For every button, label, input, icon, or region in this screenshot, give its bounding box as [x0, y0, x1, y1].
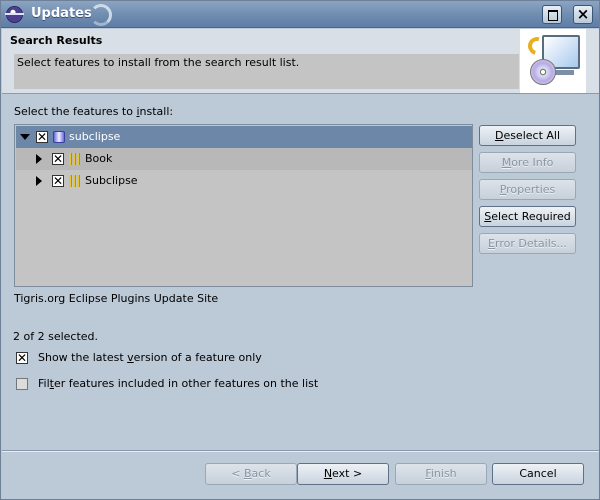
collapse-arrow-icon[interactable] — [20, 134, 30, 140]
swirl-icon — [90, 4, 112, 26]
more-info-button[interactable]: More Info — [479, 152, 576, 173]
tree-item-label: Book — [85, 152, 113, 165]
eclipse-icon — [5, 7, 24, 22]
properties-label: roperties — [506, 183, 556, 196]
footer-separator — [2, 450, 599, 452]
feature-bars-icon — [69, 175, 81, 187]
install-wizard-icon — [520, 29, 586, 93]
feature-checkbox[interactable]: ✕ — [36, 131, 48, 143]
page-description: Select features to install from the sear… — [14, 54, 519, 89]
back-button[interactable]: < Back — [205, 463, 297, 485]
error-details-label: rror Details... — [494, 237, 567, 250]
finish-button[interactable]: Finish — [395, 463, 487, 485]
features-label: Select the features to install: — [14, 105, 173, 118]
filter-included-label: Filter features included in other featur… — [38, 377, 318, 390]
features-label-suffix: nstall: — [139, 105, 174, 118]
latest-version-label: Show the latest version of a feature onl… — [38, 351, 262, 364]
more-info-mnemonic: M — [501, 156, 512, 169]
tree-item-label: subclipse — [69, 130, 121, 143]
back-mnemonic: B — [244, 467, 252, 480]
tree-row-book[interactable]: ✕ Book — [16, 148, 472, 170]
selection-count: 2 of 2 selected. — [13, 330, 99, 343]
select-required-button[interactable]: Select Required — [479, 206, 576, 227]
latest-version-prefix: Show the latest — [38, 351, 128, 364]
tree-row-subclipse[interactable]: ✕ Subclipse — [16, 170, 472, 192]
expand-arrow-icon[interactable] — [36, 154, 42, 164]
features-label-prefix: Select the features to — [14, 105, 137, 118]
error-details-mnemonic: E — [488, 237, 495, 250]
cancel-button[interactable]: Cancel — [492, 463, 584, 485]
error-details-button[interactable]: Error Details... — [479, 233, 576, 254]
site-description: Tigris.org Eclipse Plugins Update Site — [14, 292, 219, 305]
tree-row-subclipse-root[interactable]: ✕ subclipse — [16, 126, 472, 148]
finish-label: inish — [430, 467, 457, 480]
maximize-button[interactable] — [542, 5, 562, 24]
filter-included-prefix: Fil — [38, 377, 50, 390]
expand-arrow-icon[interactable] — [36, 176, 42, 186]
feature-bars-icon — [69, 153, 81, 165]
next-button[interactable]: Next > — [297, 463, 389, 485]
back-prefix: < — [231, 467, 244, 480]
features-tree[interactable]: ✕ subclipse ✕ Book ✕ Subclipse — [14, 124, 473, 287]
filter-included-checkbox[interactable] — [16, 378, 28, 390]
feature-checkbox[interactable]: ✕ — [52, 153, 64, 165]
close-icon: × — [576, 5, 590, 23]
latest-version-suffix: ersion of a feature only — [133, 351, 262, 364]
wizard-header: Search Results Select features to instal… — [2, 29, 599, 94]
properties-button[interactable]: Properties — [479, 179, 576, 200]
next-mnemonic: N — [323, 467, 333, 480]
title-bar[interactable]: Updates × — [1, 1, 599, 28]
select-required-label: elect Required — [491, 210, 571, 223]
tree-item-label: Subclipse — [85, 174, 138, 187]
close-button[interactable]: × — [573, 5, 593, 24]
feature-checkbox[interactable]: ✕ — [52, 175, 64, 187]
updates-window: Updates × Search Results Select features… — [0, 0, 600, 500]
cd-icon — [530, 59, 556, 85]
latest-version-checkbox[interactable]: ✕ — [16, 352, 28, 364]
back-label: ack — [251, 467, 271, 480]
page-title: Search Results — [10, 34, 103, 47]
window-title: Updates — [31, 6, 92, 21]
subclipse-icon — [53, 131, 65, 143]
more-info-label: ore Info — [511, 156, 554, 169]
next-label: ext > — [332, 467, 363, 480]
filter-included-suffix: er features included in other features o… — [53, 377, 319, 390]
deselect-all-label: eselect All — [503, 129, 561, 142]
deselect-all-button[interactable]: Deselect All — [479, 125, 576, 146]
